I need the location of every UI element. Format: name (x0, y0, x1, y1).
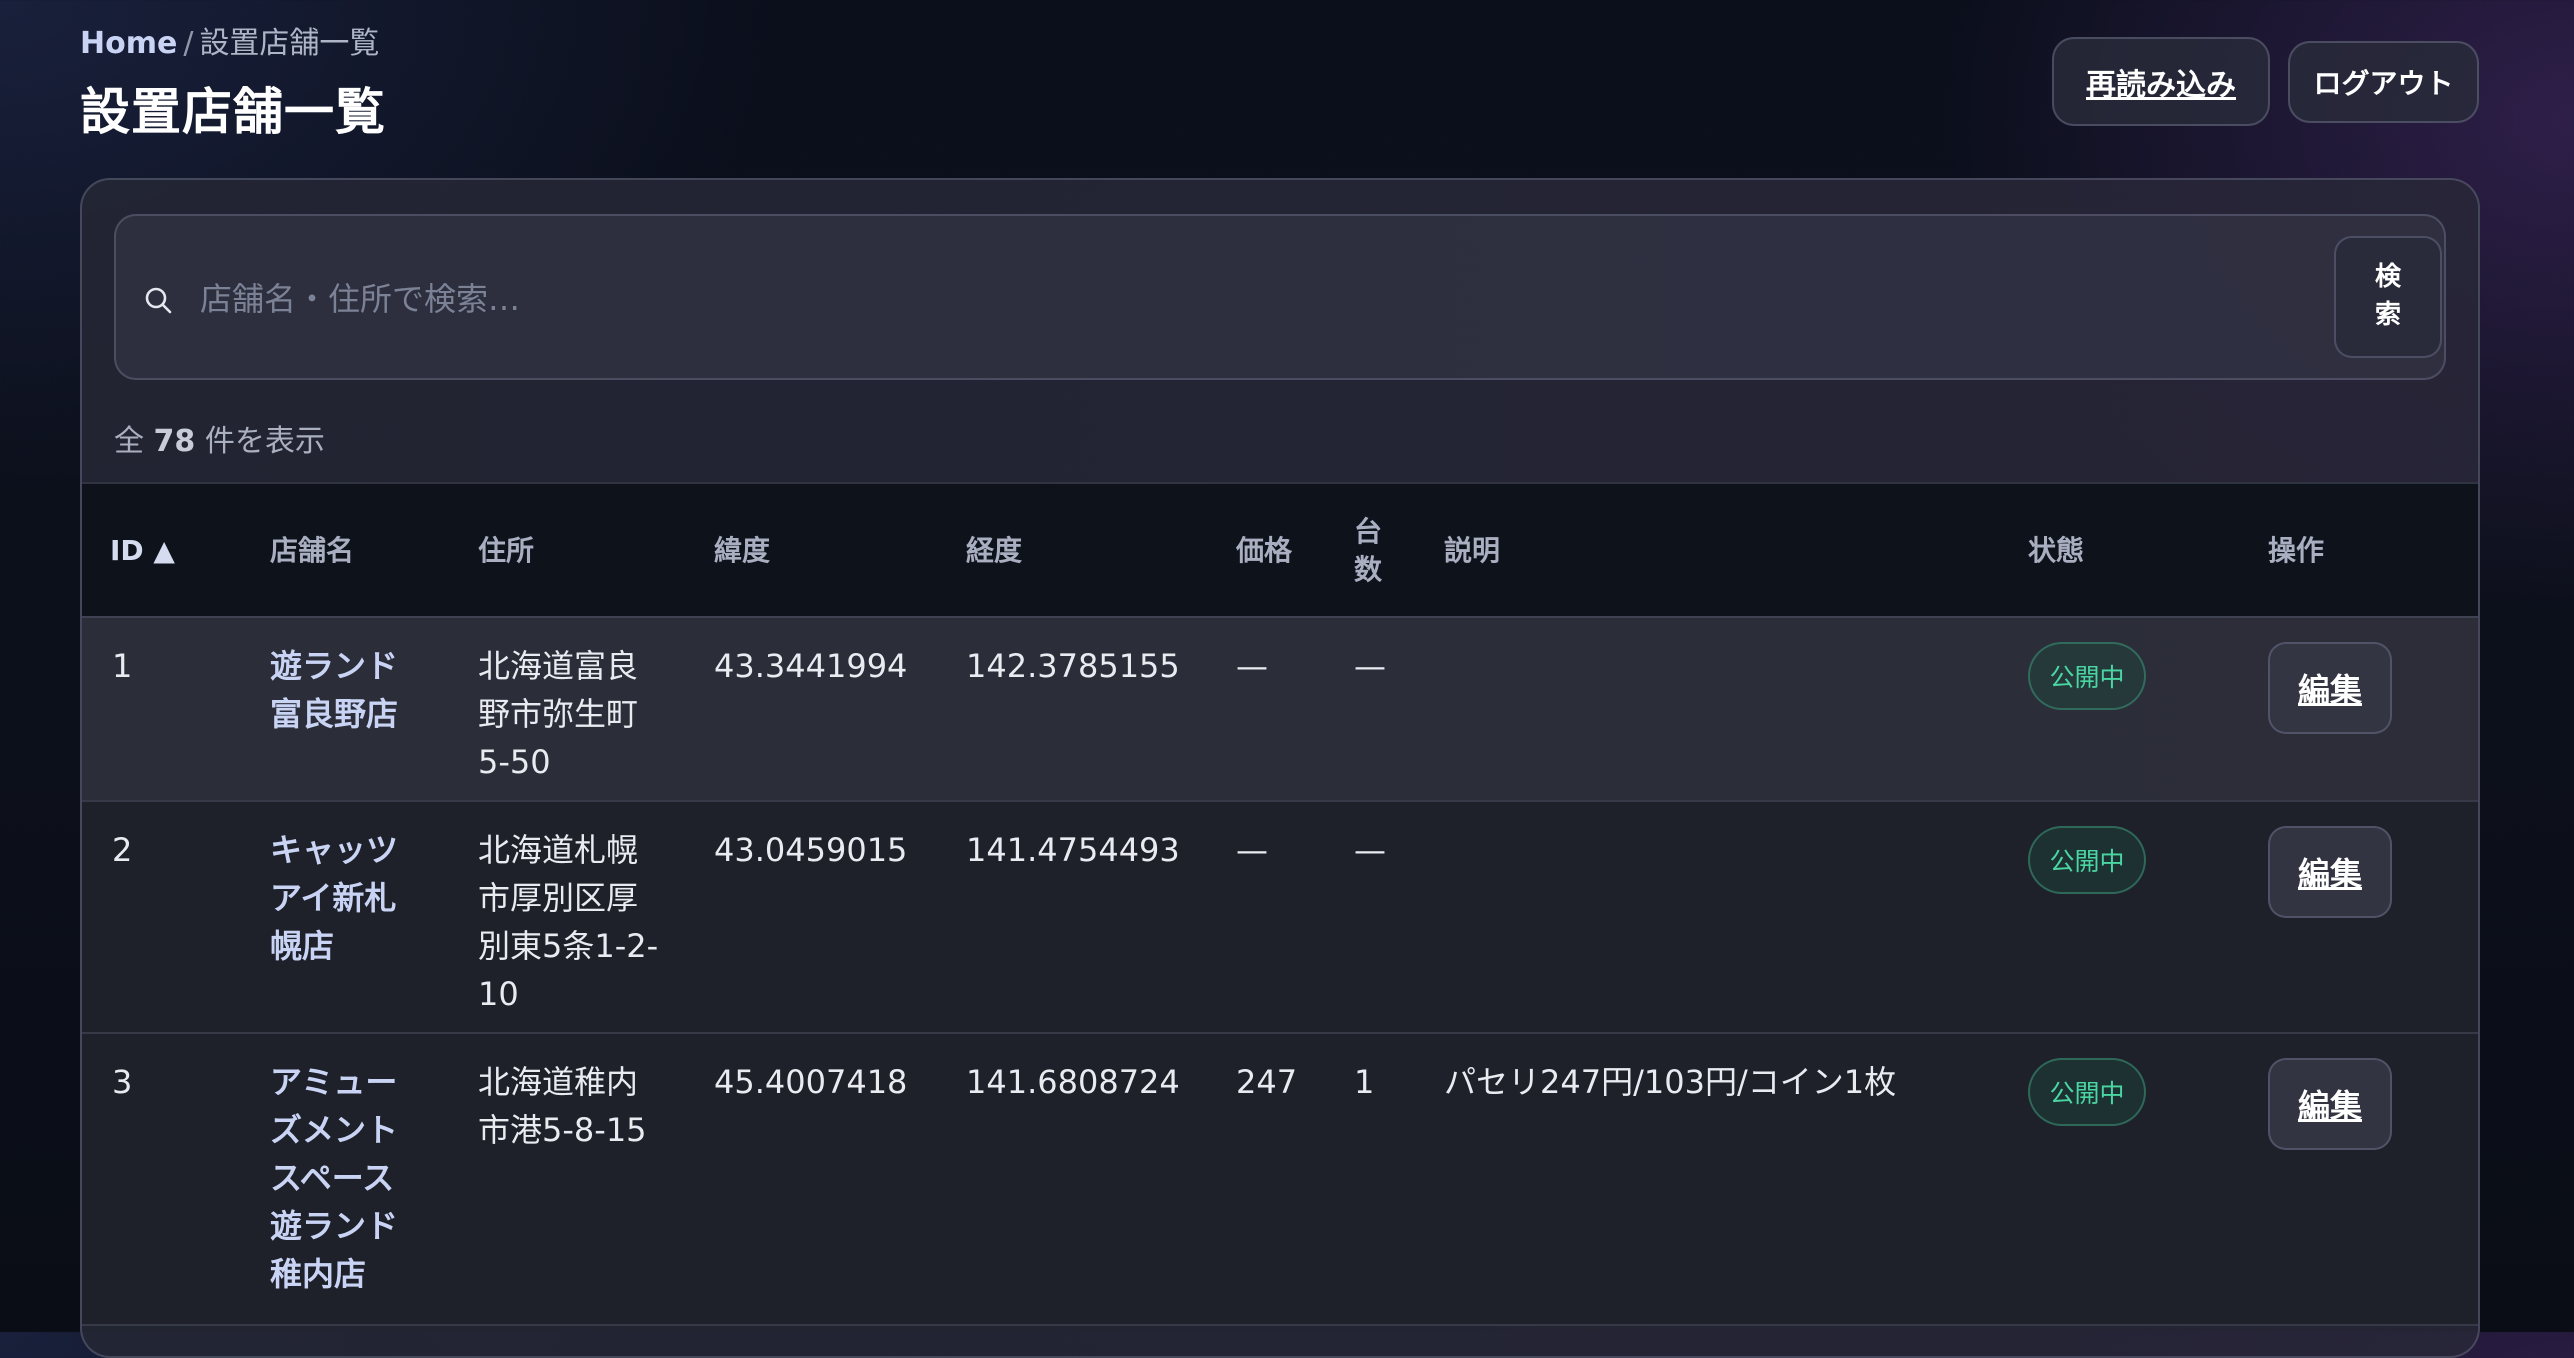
sort-ascending-icon: ▲ (153, 534, 175, 568)
breadcrumb: Home / 設置店舗一覧 (80, 18, 379, 62)
column-id[interactable]: ID ▲ (110, 484, 175, 618)
cell-units: 1 (1354, 1063, 1375, 1101)
cell-id: 3 (112, 1063, 133, 1101)
cell-longitude: 142.3785155 (966, 647, 1180, 685)
edit-button[interactable]: 編集 (2268, 1058, 2392, 1150)
cell-id: 2 (112, 831, 133, 869)
cell-store-name[interactable]: キャッツ アイ新札 幌店 (270, 826, 398, 970)
column-id-label: ID (110, 534, 144, 568)
column-status: 状態 (2028, 534, 2085, 568)
table-row: 3 アミュー ズメント スペース 遊ランド 稚内店 北海道稚内 市港5-8-15… (82, 1032, 2478, 1326)
search-icon (145, 287, 172, 314)
column-description: 説明 (1444, 534, 1501, 568)
cell-units: — (1354, 647, 1386, 685)
cell-latitude: 45.4007418 (714, 1063, 908, 1101)
search-bar: 検 索 (114, 214, 2446, 380)
cell-longitude: 141.6808724 (966, 1063, 1180, 1101)
column-price: 価格 (1236, 534, 1293, 568)
cell-price: — (1236, 831, 1268, 869)
store-list-card: 検 索 全 78 件を表示 ID ▲ 店舗名 住所 緯度 経度 価格 台 数 説… (80, 178, 2480, 1358)
cell-price: — (1236, 647, 1268, 685)
cell-units: — (1354, 831, 1386, 869)
cell-store-name[interactable]: アミュー ズメント スペース 遊ランド 稚内店 (270, 1058, 398, 1298)
column-actions: 操作 (2268, 534, 2325, 568)
column-address: 住所 (478, 534, 535, 568)
result-count-prefix: 全 (114, 424, 144, 459)
result-count: 全 78 件を表示 (114, 416, 325, 460)
status-badge: 公開中 (2028, 826, 2146, 894)
table-row: 1 遊ランド 富良野店 北海道富良 野市弥生町 5-50 43.3441994 … (82, 616, 2478, 802)
column-units: 台 数 (1354, 515, 1383, 586)
table-row: 2 キャッツ アイ新札 幌店 北海道札幌 市厚別区厚 別東5条1-2- 10 4… (82, 800, 2478, 1034)
reload-button[interactable]: 再読み込み (2052, 37, 2270, 126)
page-title: 設置店舗一覧 (80, 83, 386, 141)
column-name: 店舗名 (270, 534, 355, 568)
result-count-number: 78 (153, 424, 196, 459)
edit-button[interactable]: 編集 (2268, 642, 2392, 734)
cell-latitude: 43.3441994 (714, 647, 908, 685)
column-longitude: 経度 (966, 534, 1023, 568)
cell-address: 北海道富良 野市弥生町 5-50 (478, 647, 639, 781)
cell-latitude: 43.0459015 (714, 831, 908, 869)
cell-price: 247 (1236, 1063, 1298, 1101)
cell-store-name[interactable]: 遊ランド 富良野店 (270, 642, 398, 738)
logout-button[interactable]: ログアウト (2288, 41, 2479, 123)
breadcrumb-current: 設置店舗一覧 (199, 26, 380, 61)
search-input[interactable] (198, 264, 2302, 334)
result-count-suffix: 件を表示 (204, 424, 325, 459)
table-header: ID ▲ 店舗名 住所 緯度 経度 価格 台 数 説明 状態 操作 (82, 482, 2478, 618)
status-badge: 公開中 (2028, 1058, 2146, 1126)
cell-description: パセリ247円/103円/コイン1枚 (1444, 1063, 1897, 1101)
search-button[interactable]: 検 索 (2334, 236, 2442, 358)
column-latitude: 緯度 (714, 534, 771, 568)
edit-button[interactable]: 編集 (2268, 826, 2392, 918)
cell-address: 北海道札幌 市厚別区厚 別東5条1-2- 10 (478, 831, 659, 1013)
status-badge: 公開中 (2028, 642, 2146, 710)
cell-address: 北海道稚内 市港5-8-15 (478, 1063, 647, 1149)
breadcrumb-separator: / (183, 26, 194, 61)
cell-longitude: 141.4754493 (966, 831, 1180, 869)
breadcrumb-home-link[interactable]: Home (80, 26, 177, 61)
cell-id: 1 (112, 647, 133, 685)
